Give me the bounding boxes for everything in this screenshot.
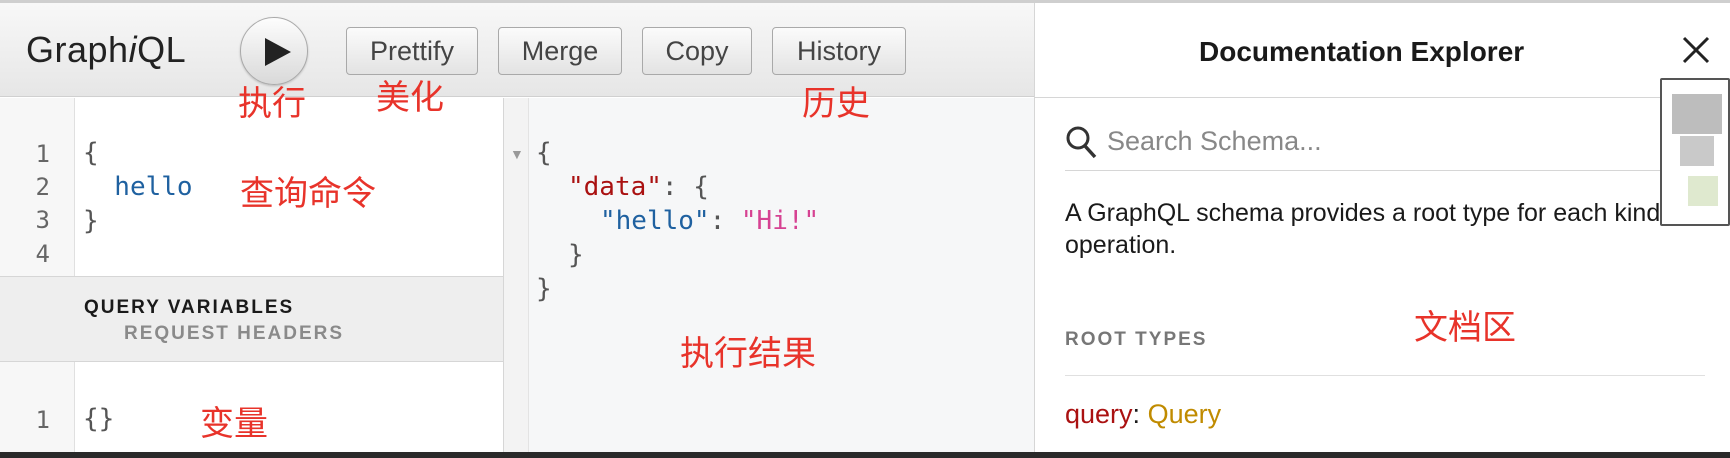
- graphiql-logo: GraphiQL: [26, 29, 187, 70]
- variables-content[interactable]: {}: [83, 404, 114, 434]
- close-icon[interactable]: [1681, 35, 1711, 65]
- root-type-query: query: Query: [1065, 399, 1222, 429]
- merge-button[interactable]: Merge: [498, 27, 622, 75]
- query-line[interactable]: {: [83, 138, 99, 168]
- line-number: 1: [35, 406, 50, 434]
- annotation-history: 历史: [802, 84, 870, 124]
- result-line: "data": {: [568, 172, 709, 202]
- result-line: {: [536, 138, 552, 168]
- root-field-name: query: [1065, 399, 1133, 429]
- line-number: 4: [35, 240, 50, 268]
- line-number: 1: [35, 140, 50, 168]
- fold-arrow-icon[interactable]: ▼: [510, 146, 524, 162]
- docs-title: Documentation Explorer: [1199, 36, 1525, 67]
- query-line[interactable]: hello: [83, 172, 192, 202]
- copy-button[interactable]: Copy: [642, 27, 752, 75]
- tab-query-variables[interactable]: QUERY VARIABLES: [84, 297, 294, 319]
- result-line: }: [536, 274, 552, 304]
- line-number: 3: [35, 206, 50, 234]
- result-viewer: [529, 98, 1034, 458]
- annotation-prettify: 美化: [376, 78, 444, 118]
- docs-search: [1065, 117, 1705, 171]
- documentation-explorer: Documentation Explorer A GraphQL schema …: [1034, 3, 1730, 458]
- docs-header: Documentation Explorer: [1035, 3, 1725, 98]
- execute-button[interactable]: [240, 17, 308, 85]
- prettify-button[interactable]: Prettify: [346, 27, 478, 75]
- divider: [1065, 375, 1705, 376]
- history-button[interactable]: History: [772, 27, 906, 75]
- result-line: "hello": "Hi!": [600, 206, 820, 236]
- root-types-heading: ROOT TYPES: [1065, 329, 1208, 350]
- annotation-docs: 文档区: [1414, 308, 1516, 348]
- search-icon: [1066, 126, 1097, 159]
- annotation-variables: 变量: [200, 404, 268, 444]
- toolbar: GraphiQL Prettify Merge Copy History: [0, 3, 1034, 97]
- schema-description: A GraphQL schema provides a root type fo…: [1065, 199, 1689, 259]
- play-icon: [265, 38, 291, 66]
- annotation-query: 查询命令: [240, 174, 376, 214]
- annotation-execute: 执行: [238, 84, 306, 124]
- query-line[interactable]: }: [83, 206, 99, 236]
- search-schema-input[interactable]: [1107, 121, 1697, 161]
- thumbnail-image: [1660, 78, 1730, 226]
- bottom-border: [0, 452, 1730, 458]
- variables-header: QUERY VARIABLES REQUEST HEADERS: [0, 276, 503, 362]
- tab-request-headers[interactable]: REQUEST HEADERS: [124, 323, 344, 345]
- root-type-link[interactable]: Query: [1148, 399, 1222, 429]
- result-line: }: [568, 240, 584, 270]
- annotation-result: 执行结果: [680, 334, 816, 374]
- line-number: 2: [35, 173, 50, 201]
